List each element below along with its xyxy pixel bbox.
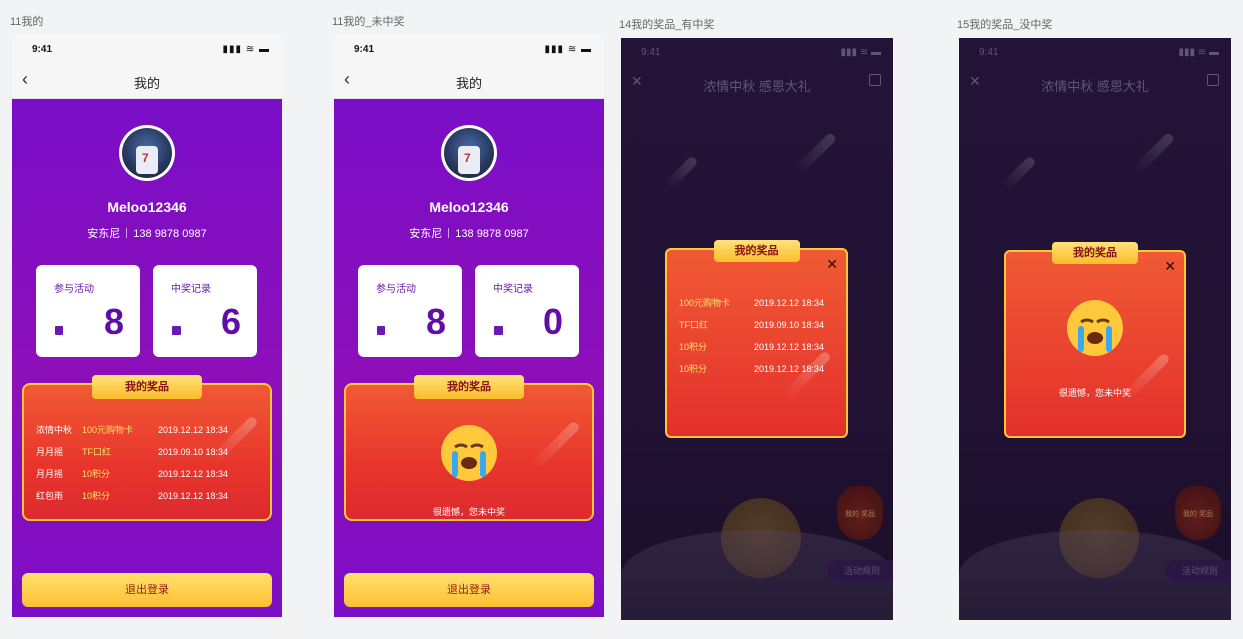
gift-icon: [172, 326, 181, 335]
stat-value: 0: [542, 301, 563, 342]
prize-row: 10积分 2019.12.12 18:34: [679, 364, 825, 374]
prize-card: 我的奖品 很遗憾，您未中奖: [344, 375, 594, 521]
document-icon: [55, 326, 63, 335]
prize-card: 我的奖品 浓情中秋 100元购物卡 2019.12.12 18:34 月月摇 TF口红…: [22, 375, 272, 521]
prize-row: TF口红 2019.09.10 18:34: [679, 320, 825, 330]
logout-button[interactable]: 退出登录: [344, 573, 594, 607]
stat-value: 6: [220, 301, 241, 342]
document-icon: [377, 326, 385, 335]
prize-row: 浓情中秋 100元购物卡 2019.12.12 18:34: [36, 425, 229, 435]
profile-panel: 7 Meloo12346 安东尼 138 9878 0987 参与活动 8 中奖记…: [12, 99, 282, 617]
stat-label: 中奖记录: [171, 284, 211, 295]
page-title: 我的: [455, 76, 482, 91]
stat-value: 8: [103, 301, 124, 342]
status-bar: 9:41 ▮▮▮ ≋ ▬: [334, 35, 604, 61]
stat-card-activities[interactable]: 参与活动 8: [36, 265, 140, 357]
stat-card-wins[interactable]: 中奖记录 6: [153, 265, 257, 357]
stat-label: 参与活动: [54, 284, 94, 295]
prize-title: 我的奖品: [92, 375, 202, 399]
nav-bar: ‹ 我的: [12, 61, 282, 99]
phone-frame: 9:41 ▮▮▮ ≋ ▬ ✕ 浓情中秋 感恩大礼 我的 奖品 活动规则 我的奖品…: [959, 38, 1231, 620]
close-icon[interactable]: ✕: [1164, 258, 1176, 275]
modal-title: 我的奖品: [1052, 242, 1138, 264]
avatar[interactable]: 7: [119, 125, 175, 181]
real-name: 安东尼: [87, 228, 121, 240]
real-name: 安东尼: [409, 228, 443, 240]
prize-modal: 我的奖品 ✕ 很遗憾，您未中奖: [1004, 242, 1186, 438]
status-icons: ▮▮▮ ≋ ▬: [222, 44, 270, 55]
prize-row: 月月摇 TF口红 2019.09.10 18:34: [36, 447, 229, 457]
screen-caption: 11我的_未中奖: [332, 16, 405, 28]
phone-frame: 9:41 ▮▮▮ ≋ ▬ ‹ 我的 7 Meloo12346 安东尼 138 98…: [12, 35, 282, 617]
stat-card-wins[interactable]: 中奖记录 0: [475, 265, 579, 357]
prize-modal: 我的奖品 ✕ 100元购物卡 2019.12.12 18:34 TF口红 2019.…: [665, 240, 848, 438]
logout-button[interactable]: 退出登录: [22, 573, 272, 607]
crying-face-icon: [1067, 300, 1123, 356]
prize-title: 我的奖品: [414, 375, 524, 399]
prize-row: 月月摇 10积分 2019.12.12 18:34: [36, 469, 229, 479]
crying-face-icon: [441, 425, 497, 481]
phone-frame: 9:41 ▮▮▮ ≋ ▬ ✕ 浓情中秋 感恩大礼 我的 奖品 活动规则 我的奖品…: [621, 38, 893, 620]
phone-number: 138 9878 0987: [455, 228, 529, 240]
user-info: 安东尼 138 9878 0987: [334, 225, 604, 241]
decor-streak: [782, 350, 832, 400]
screen-caption: 15我的奖品_没中奖: [957, 19, 1053, 31]
profile-panel: 7 Meloo12346 安东尼 138 9878 0987 参与活动 8 中奖记…: [334, 99, 604, 617]
status-bar: 9:41 ▮▮▮ ≋ ▬: [12, 35, 282, 61]
no-win-text: 很遗憾，您未中奖: [432, 507, 505, 517]
decor-streak: [531, 420, 581, 470]
status-icons: ▮▮▮ ≋ ▬: [544, 44, 592, 55]
gift-icon: [494, 326, 503, 335]
modal-title: 我的奖品: [713, 240, 800, 262]
stat-card-activities[interactable]: 参与活动 8: [358, 265, 462, 357]
no-win-text: 很遗憾，您未中奖: [1058, 388, 1131, 398]
prize-row: 10积分 2019.12.12 18:34: [679, 342, 825, 352]
username: Meloo12346: [107, 199, 187, 215]
user-info: 安东尼 138 9878 0987: [12, 225, 282, 241]
status-time: 9:41: [354, 44, 375, 55]
page-title: 我的: [133, 76, 160, 91]
phone-frame: 9:41 ▮▮▮ ≋ ▬ ‹ 我的 7 Meloo12346 安东尼 138 98…: [334, 35, 604, 617]
close-icon[interactable]: ✕: [826, 256, 838, 273]
stat-label: 中奖记录: [493, 284, 533, 295]
avatar[interactable]: 7: [441, 125, 497, 181]
stat-label: 参与活动: [376, 284, 416, 295]
prize-row: 红包雨 10积分 2019.12.12 18:34: [36, 491, 229, 501]
screen-caption: 14我的奖品_有中奖: [619, 19, 715, 31]
prize-row: 100元购物卡 2019.12.12 18:34: [679, 298, 825, 308]
phone-number: 138 9878 0987: [133, 228, 207, 240]
username: Meloo12346: [429, 199, 509, 215]
screen-caption: 11我的: [10, 16, 44, 28]
status-time: 9:41: [32, 44, 53, 55]
stat-value: 8: [425, 301, 446, 342]
nav-bar: ‹ 我的: [334, 61, 604, 99]
